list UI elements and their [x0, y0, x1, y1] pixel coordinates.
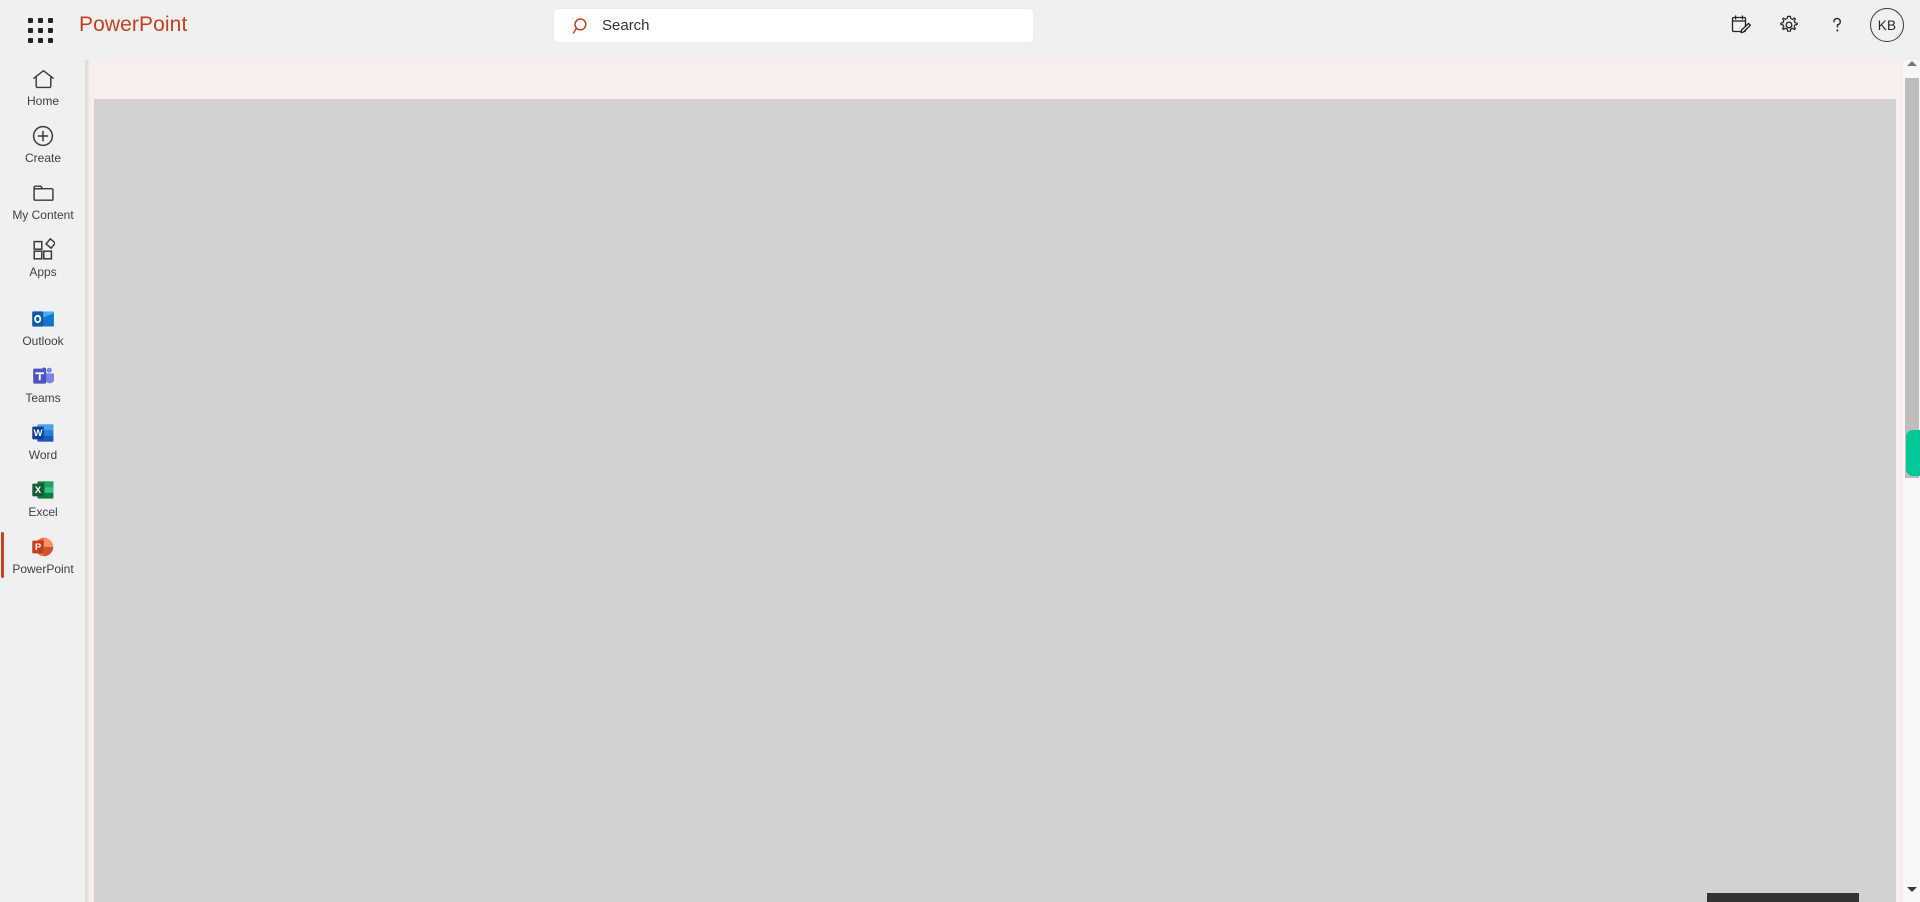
- top-header-bar: PowerPoint Search KB: [0, 0, 1920, 60]
- sidebar-item-label: Word: [28, 447, 58, 462]
- sidebar-item-label: Create: [24, 150, 62, 165]
- home-icon: [31, 66, 56, 92]
- left-navigation-sidebar: Home Create My Content Apps Outlook Team…: [0, 50, 86, 902]
- powerpoint-icon: P: [31, 534, 55, 560]
- waffle-dot: [27, 17, 33, 23]
- sidebar-item-home[interactable]: Home: [0, 58, 86, 115]
- app-launcher-waffle-icon[interactable]: [18, 9, 62, 51]
- header-actions: KB: [1717, 0, 1910, 50]
- sidebar-item-apps[interactable]: Apps: [0, 229, 86, 286]
- account-avatar[interactable]: KB: [1870, 8, 1904, 42]
- sidebar-item-label: Teams: [25, 390, 61, 405]
- search-icon: [572, 17, 587, 34]
- sidebar-item-label: Home: [26, 93, 59, 108]
- waffle-dot: [47, 17, 53, 23]
- chevron-up-icon: [1907, 60, 1917, 66]
- folder-icon: [31, 180, 56, 206]
- word-icon: W: [31, 420, 55, 446]
- plus-circle-icon: [31, 123, 55, 149]
- avatar-initials: KB: [1877, 17, 1897, 33]
- svg-text:P: P: [35, 541, 41, 552]
- app-title[interactable]: PowerPoint: [79, 13, 187, 37]
- sidebar-item-label: Excel: [28, 504, 58, 519]
- waffle-dot: [37, 37, 43, 43]
- excel-icon: X: [31, 477, 55, 503]
- waffle-grid: [27, 17, 53, 43]
- sidebar-item-powerpoint[interactable]: P PowerPoint: [0, 526, 86, 583]
- teams-icon: [31, 363, 55, 389]
- scroll-down-arrow[interactable]: [1903, 878, 1920, 900]
- scroll-position-marker: [1906, 430, 1920, 476]
- help-icon[interactable]: [1813, 1, 1861, 49]
- search-box[interactable]: [554, 9, 1033, 42]
- vertical-scroll-thumb[interactable]: [1905, 78, 1919, 478]
- waffle-dot: [47, 37, 53, 43]
- waffle-dot: [47, 27, 53, 33]
- sidebar-item-word[interactable]: W Word: [0, 412, 86, 469]
- sidebar-item-outlook[interactable]: Outlook: [0, 298, 86, 355]
- sidebar-item-label: My Content: [12, 207, 74, 222]
- sidebar-item-teams[interactable]: Teams: [0, 355, 86, 412]
- svg-text:W: W: [34, 427, 43, 438]
- waffle-dot: [27, 27, 33, 33]
- sidebar-item-excel[interactable]: X Excel: [0, 469, 86, 526]
- sidebar-item-label: PowerPoint: [12, 561, 74, 576]
- gear-icon[interactable]: [1765, 1, 1813, 49]
- powerpoint-web-window: PowerPoint Search KB Home Create My Cont…: [0, 0, 1920, 902]
- apps-grid-icon: [31, 237, 55, 263]
- sidebar-item-label: Apps: [29, 264, 57, 279]
- presentation-canvas[interactable]: [94, 99, 1896, 902]
- waffle-dot: [37, 27, 43, 33]
- horizontal-scroll-thumb[interactable]: [1707, 893, 1859, 902]
- notebook-edit-icon[interactable]: [1717, 1, 1765, 49]
- svg-text:X: X: [35, 484, 42, 495]
- main-content-area: [86, 50, 1920, 902]
- sidebar-item-my-content[interactable]: My Content: [0, 172, 86, 229]
- waffle-dot: [37, 17, 43, 23]
- chevron-down-icon: [1907, 886, 1917, 892]
- sidebar-item-create[interactable]: Create: [0, 115, 86, 172]
- waffle-dot: [27, 37, 33, 43]
- outlook-icon: [31, 306, 55, 332]
- vertical-scrollbar[interactable]: [1902, 50, 1920, 902]
- sidebar-item-label: Outlook: [22, 333, 64, 348]
- search-input[interactable]: [602, 12, 1012, 39]
